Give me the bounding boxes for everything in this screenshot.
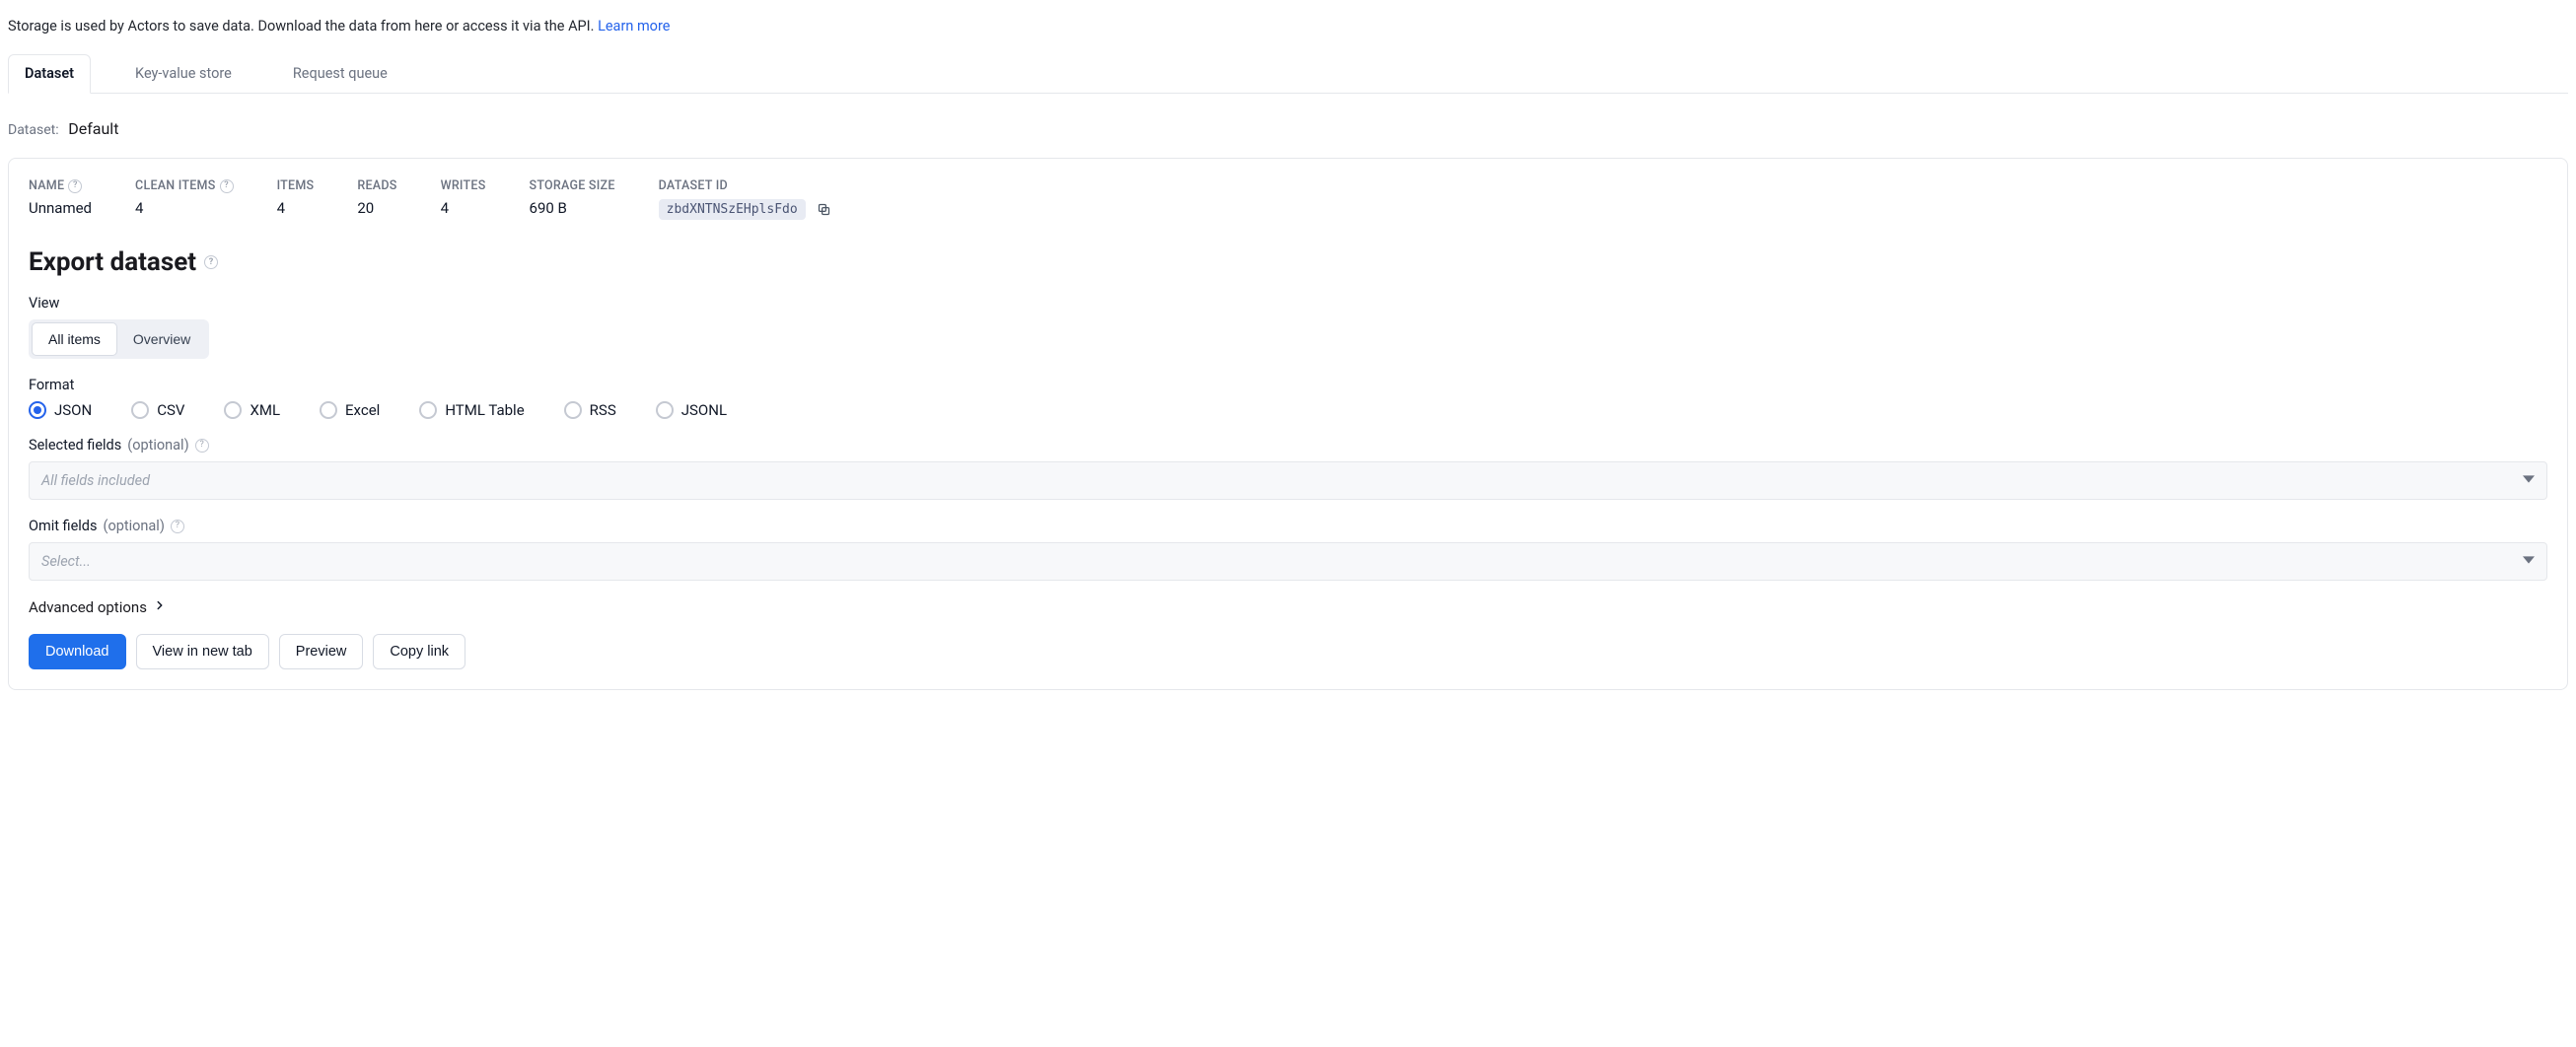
stat-writes-val: 4 [441, 199, 486, 217]
tab-key-value-store[interactable]: Key-value store [118, 54, 249, 93]
stat-name: NAME ? Unnamed [29, 178, 92, 220]
radio-icon [224, 401, 242, 419]
selected-fields-placeholder: All fields included [41, 472, 150, 489]
help-icon[interactable]: ? [171, 520, 184, 533]
stat-writes: WRITES 4 [441, 178, 486, 220]
view-field: View All items Overview [29, 295, 2547, 359]
radio-icon [564, 401, 582, 419]
dataset-stats: NAME ? Unnamed CLEAN ITEMS ? 4 ITEMS 4 R… [29, 178, 2547, 220]
stat-writes-head: WRITES [441, 178, 486, 193]
view-label: View [29, 295, 2547, 312]
selected-fields-block: Selected fields (optional) ? All fields … [29, 437, 2547, 500]
stat-storage-size: STORAGE SIZE 690 B [530, 178, 615, 220]
dataset-label: Dataset: [8, 122, 59, 138]
format-csv-label: CSV [157, 401, 184, 419]
stat-reads-head: READS [357, 178, 396, 193]
omit-fields-block: Omit fields (optional) ? Select... [29, 518, 2547, 581]
help-icon[interactable]: ? [204, 255, 218, 269]
stat-reads: READS 20 [357, 178, 396, 220]
dataset-card: NAME ? Unnamed CLEAN ITEMS ? 4 ITEMS 4 R… [8, 158, 2568, 690]
format-json-label: JSON [54, 401, 92, 419]
omit-fields-optional: (optional) [103, 518, 164, 534]
format-jsonl[interactable]: JSONL [656, 401, 727, 419]
copy-icon[interactable] [817, 202, 831, 217]
radio-icon [419, 401, 437, 419]
stat-clean-head: CLEAN ITEMS [135, 178, 216, 193]
view-all-items[interactable]: All items [32, 322, 117, 356]
format-json[interactable]: JSON [29, 401, 92, 419]
format-rss[interactable]: RSS [564, 401, 616, 419]
format-label: Format [29, 377, 2547, 393]
stat-storage-val: 690 B [530, 199, 615, 217]
view-segmented: All items Overview [29, 319, 209, 359]
format-field: Format JSON CSV XML Excel HTML Table [29, 377, 2547, 419]
view-in-new-tab-button[interactable]: View in new tab [136, 634, 269, 669]
learn-more-link[interactable]: Learn more [598, 18, 670, 35]
stat-clean-items: CLEAN ITEMS ? 4 [135, 178, 234, 220]
radio-icon [656, 401, 674, 419]
dataset-id-chip: zbdXNTNSzEHplsFdo [659, 199, 806, 220]
advanced-options-label: Advanced options [29, 598, 147, 616]
help-icon[interactable]: ? [220, 179, 234, 193]
stat-name-head: NAME [29, 178, 64, 193]
chevron-right-icon [153, 598, 167, 616]
omit-fields-input[interactable]: Select... [29, 542, 2547, 581]
format-excel-label: Excel [345, 401, 380, 419]
omit-fields-label: Omit fields [29, 518, 97, 534]
view-overview[interactable]: Overview [117, 322, 206, 356]
caret-down-icon [2523, 553, 2535, 570]
selected-fields-input[interactable]: All fields included [29, 461, 2547, 500]
format-radios: JSON CSV XML Excel HTML Table RSS [29, 401, 2547, 419]
format-rss-label: RSS [590, 401, 616, 419]
radio-icon [29, 401, 46, 419]
format-html-label: HTML Table [445, 401, 524, 419]
advanced-options-toggle[interactable]: Advanced options [29, 598, 2547, 616]
format-csv[interactable]: CSV [131, 401, 184, 419]
format-jsonl-label: JSONL [681, 401, 727, 419]
stat-dataset-id: DATASET ID zbdXNTNSzEHplsFdo [659, 178, 832, 220]
format-html-table[interactable]: HTML Table [419, 401, 524, 419]
export-title-text: Export dataset [29, 247, 196, 277]
caret-down-icon [2523, 472, 2535, 489]
selected-fields-label: Selected fields [29, 437, 121, 454]
tab-request-queue[interactable]: Request queue [276, 54, 404, 93]
stat-dsid-head: DATASET ID [659, 178, 728, 193]
format-xml[interactable]: XML [224, 401, 280, 419]
stat-clean-val: 4 [135, 199, 234, 217]
stat-storage-head: STORAGE SIZE [530, 178, 615, 193]
format-xml-label: XML [250, 401, 280, 419]
radio-icon [320, 401, 337, 419]
stat-reads-val: 20 [357, 199, 396, 217]
stat-items-val: 4 [277, 199, 315, 217]
selected-fields-optional: (optional) [127, 437, 188, 454]
storage-tabs: Dataset Key-value store Request queue [8, 54, 2568, 94]
omit-fields-placeholder: Select... [41, 553, 91, 570]
export-actions: Download View in new tab Preview Copy li… [29, 634, 2547, 669]
stat-name-val: Unnamed [29, 199, 92, 217]
download-button[interactable]: Download [29, 634, 126, 669]
stat-items: ITEMS 4 [277, 178, 315, 220]
export-dataset-title: Export dataset ? [29, 247, 2547, 277]
preview-button[interactable]: Preview [279, 634, 364, 669]
help-icon[interactable]: ? [68, 179, 82, 193]
tab-dataset[interactable]: Dataset [8, 54, 91, 94]
stat-items-head: ITEMS [277, 178, 315, 193]
intro-text: Storage is used by Actors to save data. … [8, 18, 598, 35]
radio-icon [131, 401, 149, 419]
help-icon[interactable]: ? [195, 439, 209, 453]
copy-link-button[interactable]: Copy link [373, 634, 465, 669]
storage-intro: Storage is used by Actors to save data. … [8, 10, 2568, 54]
format-excel[interactable]: Excel [320, 401, 380, 419]
dataset-name: Default [68, 119, 118, 138]
